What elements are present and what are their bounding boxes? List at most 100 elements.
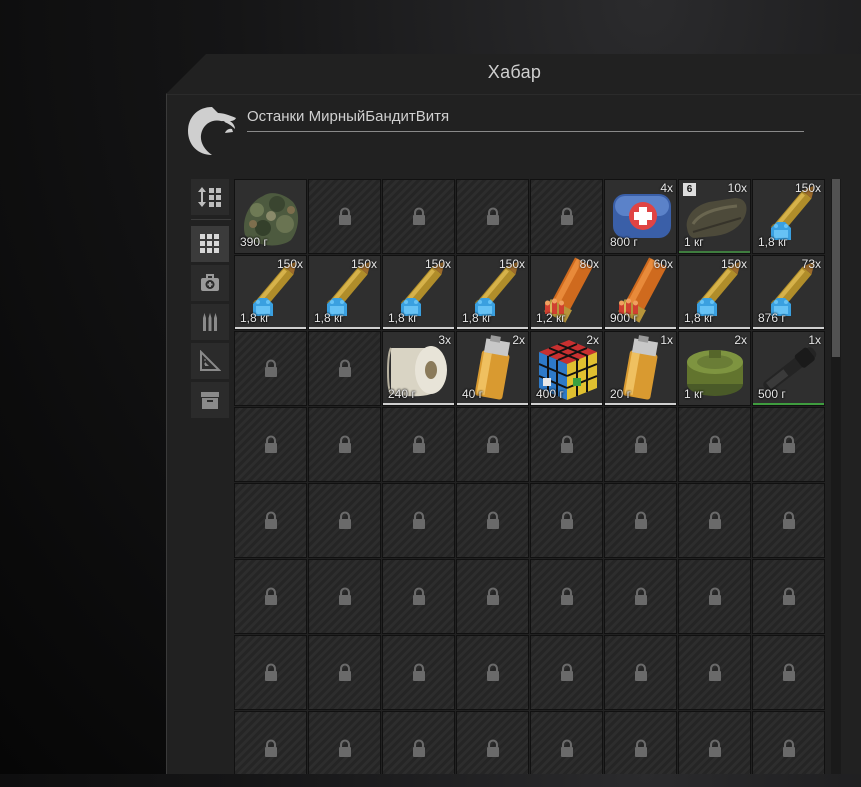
filter-containers-button[interactable] [191,382,229,418]
item-slot[interactable]: 1x 500 г [752,331,825,406]
item-underline [679,327,750,329]
locked-slot [308,559,381,634]
item-weight: 240 г [388,387,416,401]
filter-misc-button[interactable] [191,343,229,379]
item-underline [753,403,824,405]
locked-slot [308,407,381,482]
item-count: 2x [734,333,747,347]
item-weight: 20 г [610,387,632,401]
filter-ammo-button[interactable] [191,304,229,340]
lock-icon [413,435,425,453]
item-count: 150x [720,257,747,271]
lock-icon [487,587,499,605]
item-count: 1x [808,333,821,347]
item-underline [457,327,528,329]
item-count: 4x [660,181,673,195]
locked-slot [530,179,603,254]
item-slot[interactable]: 150x 1,8 кг [234,255,307,330]
ruler-triangle-icon [200,350,221,371]
locked-slot [234,407,307,482]
sort-button[interactable] [191,179,229,215]
item-slot[interactable]: 150x 1,8 кг [752,179,825,254]
item-slot[interactable]: 4x 800 г [604,179,677,254]
item-weight: 1,8 кг [314,311,344,325]
item-slot[interactable]: 150x 1,8 кг [382,255,455,330]
filter-all-button[interactable] [191,226,229,262]
item-underline [753,327,824,329]
item-count: 2x [512,333,525,347]
item-weight: 900 г [610,311,638,325]
locked-slot [678,635,751,710]
item-slot[interactable]: 2x 40 г [456,331,529,406]
item-weight: 1,2 кг [536,311,566,325]
locked-slot [456,483,529,558]
locked-slot [530,483,603,558]
item-underline [531,403,602,405]
locked-slot [382,179,455,254]
locked-slot [752,711,825,774]
lock-icon [339,739,351,757]
item-weight: 1,8 кг [240,311,270,325]
lock-icon [561,435,573,453]
item-underline [679,251,750,253]
lock-icon [339,511,351,529]
item-count: 73x [801,257,821,271]
item-weight: 400 г [536,387,564,401]
lock-icon [635,587,647,605]
lock-icon [265,663,277,681]
item-count: 150x [350,257,377,271]
locked-slot [604,483,677,558]
filter-medical-button[interactable] [191,265,229,301]
item-underline [235,327,306,329]
loot-window: Хабар Останки МирныйБандитВитя 390 г 4x … [166,54,861,774]
locked-slot [678,711,751,774]
item-count: 2x [586,333,599,347]
locked-slot [752,483,825,558]
lock-icon [413,207,425,225]
header-divider [167,94,861,95]
item-slot[interactable]: 150x 1,8 кг [678,255,751,330]
stack-badge: 6 [683,183,696,196]
item-slot[interactable]: 150x 1,8 кг [456,255,529,330]
item-underline [457,403,528,405]
lock-icon [561,739,573,757]
locked-slot [382,711,455,774]
locked-slot [382,635,455,710]
lock-icon [265,435,277,453]
item-slot[interactable]: 2x 1 кг [678,331,751,406]
item-slot[interactable]: 2x 400 г [530,331,603,406]
scrollbar-thumb[interactable] [832,179,840,357]
item-slot[interactable]: 60x 900 г [604,255,677,330]
item-underline [531,327,602,329]
item-slot[interactable]: 80x 1,2 кг [530,255,603,330]
locked-slot [752,635,825,710]
lock-icon [709,435,721,453]
locked-slot [604,559,677,634]
locked-slot [234,559,307,634]
item-slot[interactable]: 1x 20 г [604,331,677,406]
item-slot[interactable]: 150x 1,8 кг [308,255,381,330]
lock-icon [561,663,573,681]
lock-icon [487,207,499,225]
locked-slot [604,407,677,482]
item-weight: 800 г [610,235,638,249]
item-weight: 1,8 кг [388,311,418,325]
item-slot[interactable]: 3x 240 г [382,331,455,406]
item-count: 150x [498,257,525,271]
item-underline [383,327,454,329]
window-title: Хабар [487,62,542,82]
item-count: 150x [794,181,821,195]
item-slot[interactable]: 6 10x 1 кг [678,179,751,254]
lock-icon [635,511,647,529]
scrollbar[interactable] [831,179,841,774]
item-slot[interactable]: 73x 876 г [752,255,825,330]
item-weight: 1,8 кг [462,311,492,325]
locked-slot [456,559,529,634]
bullets-icon [203,313,217,331]
locked-slot [530,635,603,710]
item-slot[interactable]: 390 г [234,179,307,254]
lock-icon [265,359,277,377]
lock-icon [709,511,721,529]
locked-slot [530,711,603,774]
lock-icon [265,511,277,529]
